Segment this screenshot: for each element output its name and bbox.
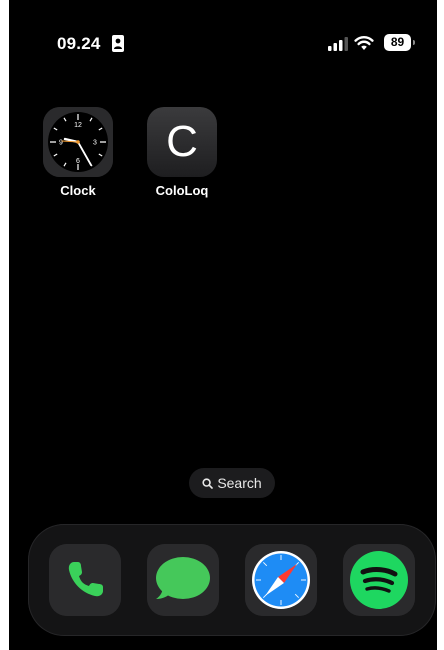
search-label: Search <box>217 475 262 491</box>
app-clock[interactable]: 12 3 6 9 Clock <box>40 107 116 198</box>
dock <box>28 524 436 636</box>
safari-icon <box>245 544 317 616</box>
app-label-clock: Clock <box>60 183 96 198</box>
dock-app-safari[interactable] <box>245 544 317 616</box>
spotlight-search-button[interactable]: Search <box>189 468 275 498</box>
svg-text:3: 3 <box>93 140 97 147</box>
svg-text:12: 12 <box>74 122 82 129</box>
wifi-icon <box>354 36 374 50</box>
cellular-signal-icon <box>328 37 348 51</box>
dock-app-spotify[interactable] <box>343 544 415 616</box>
cololoq-icon: C <box>147 107 217 177</box>
status-time: 09.24 <box>57 34 101 53</box>
app-label-cololoq: ColoLoq <box>155 183 209 198</box>
spotify-icon <box>343 544 415 616</box>
dock-app-messages[interactable] <box>147 544 219 616</box>
battery-tip <box>413 40 415 45</box>
search-icon <box>202 478 214 489</box>
svg-text:6: 6 <box>76 158 80 165</box>
phone-icon <box>49 544 121 616</box>
home-screen: 09.24 89 12 3 6 9 Clock C ColoLoq Search <box>9 0 437 650</box>
battery-level: 89 <box>384 34 411 51</box>
messages-icon <box>147 544 219 616</box>
dock-app-phone[interactable] <box>49 544 121 616</box>
clock-icon: 12 3 6 9 <box>43 107 113 177</box>
focus-mode-icon <box>112 35 124 52</box>
app-cololoq[interactable]: C ColoLoq <box>144 107 220 198</box>
